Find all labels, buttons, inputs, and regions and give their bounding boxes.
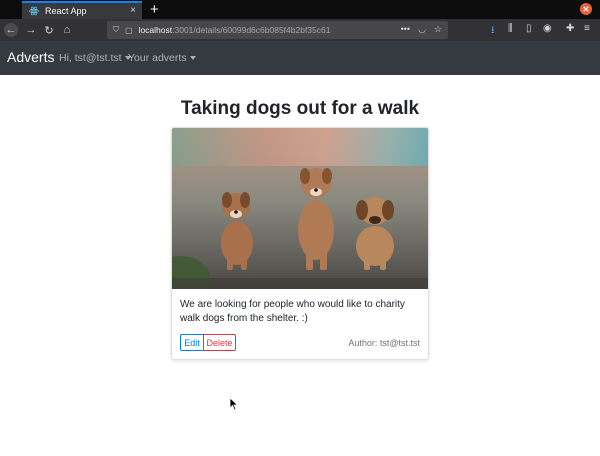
download-icon[interactable]: ⭳ — [491, 23, 495, 40]
tab-close-icon[interactable]: × — [130, 6, 136, 16]
home-icon[interactable]: ⌂ — [60, 23, 74, 37]
advert-title: Taking dogs out for a walk — [180, 98, 420, 119]
browser-tab-bar: React App × + ✕ — [0, 0, 600, 19]
browser-tab[interactable]: React App × — [22, 1, 142, 19]
mouse-cursor-icon — [229, 397, 239, 411]
address-bar[interactable]: ⛉ ▢ localhost:3001/details/60099d6c6b085… — [107, 21, 448, 39]
app-navbar: Adverts Hi, tst@tst.tst Your adverts — [0, 41, 600, 75]
pocket-icon[interactable]: ◡ — [418, 24, 426, 35]
more-actions-icon[interactable]: ••• — [401, 24, 410, 35]
extensions-icon[interactable]: ✚ — [566, 23, 574, 34]
url-text[interactable]: localhost:3001/details/60099d6c6b085f4b2… — [139, 25, 331, 35]
browser-toolbar: ← → ↻ ⌂ ⛉ ▢ localhost:3001/details/60099… — [0, 19, 600, 41]
back-arrow-icon[interactable]: ← — [4, 23, 18, 37]
advert-author: Author: tst@tst.tst — [348, 338, 420, 348]
react-icon — [29, 6, 39, 16]
tab-title: React App — [45, 6, 87, 16]
user-menu-label: Hi, tst@tst.tst — [59, 52, 122, 64]
forward-arrow-icon[interactable]: → — [24, 23, 38, 37]
shield-icon[interactable]: ⛉ — [113, 25, 119, 35]
sidebar-icon[interactable]: ▯ — [526, 23, 532, 34]
url-host: localhost — [138, 25, 173, 35]
page-info-icon[interactable]: ▢ — [125, 26, 133, 35]
menu-icon[interactable]: ≡ — [584, 23, 590, 34]
navbar-brand[interactable]: Adverts — [7, 49, 54, 65]
reload-icon[interactable]: ↻ — [42, 23, 56, 37]
advert-description: We are looking for people who would like… — [180, 299, 405, 324]
url-path: :3001/details/60099d6c6b085f4b2bf35c61 — [172, 25, 331, 35]
your-adverts-label: Your adverts — [128, 52, 187, 64]
library-icon[interactable]: ⫼ — [508, 23, 513, 34]
your-adverts-dropdown[interactable]: Your adverts — [128, 52, 196, 64]
window-close-icon[interactable]: ✕ — [580, 3, 592, 15]
advert-card: We are looking for people who would like… — [171, 127, 429, 360]
edit-button[interactable]: Edit — [180, 334, 204, 351]
caret-down-icon — [189, 56, 196, 61]
advert-photo — [172, 128, 428, 289]
new-tab-button[interactable]: + — [150, 2, 159, 17]
bookmark-star-icon[interactable]: ☆ — [434, 24, 442, 35]
delete-button[interactable]: Delete — [203, 334, 236, 351]
user-menu-dropdown[interactable]: Hi, tst@tst.tst — [59, 52, 131, 64]
account-icon[interactable]: ◉ — [543, 23, 552, 34]
